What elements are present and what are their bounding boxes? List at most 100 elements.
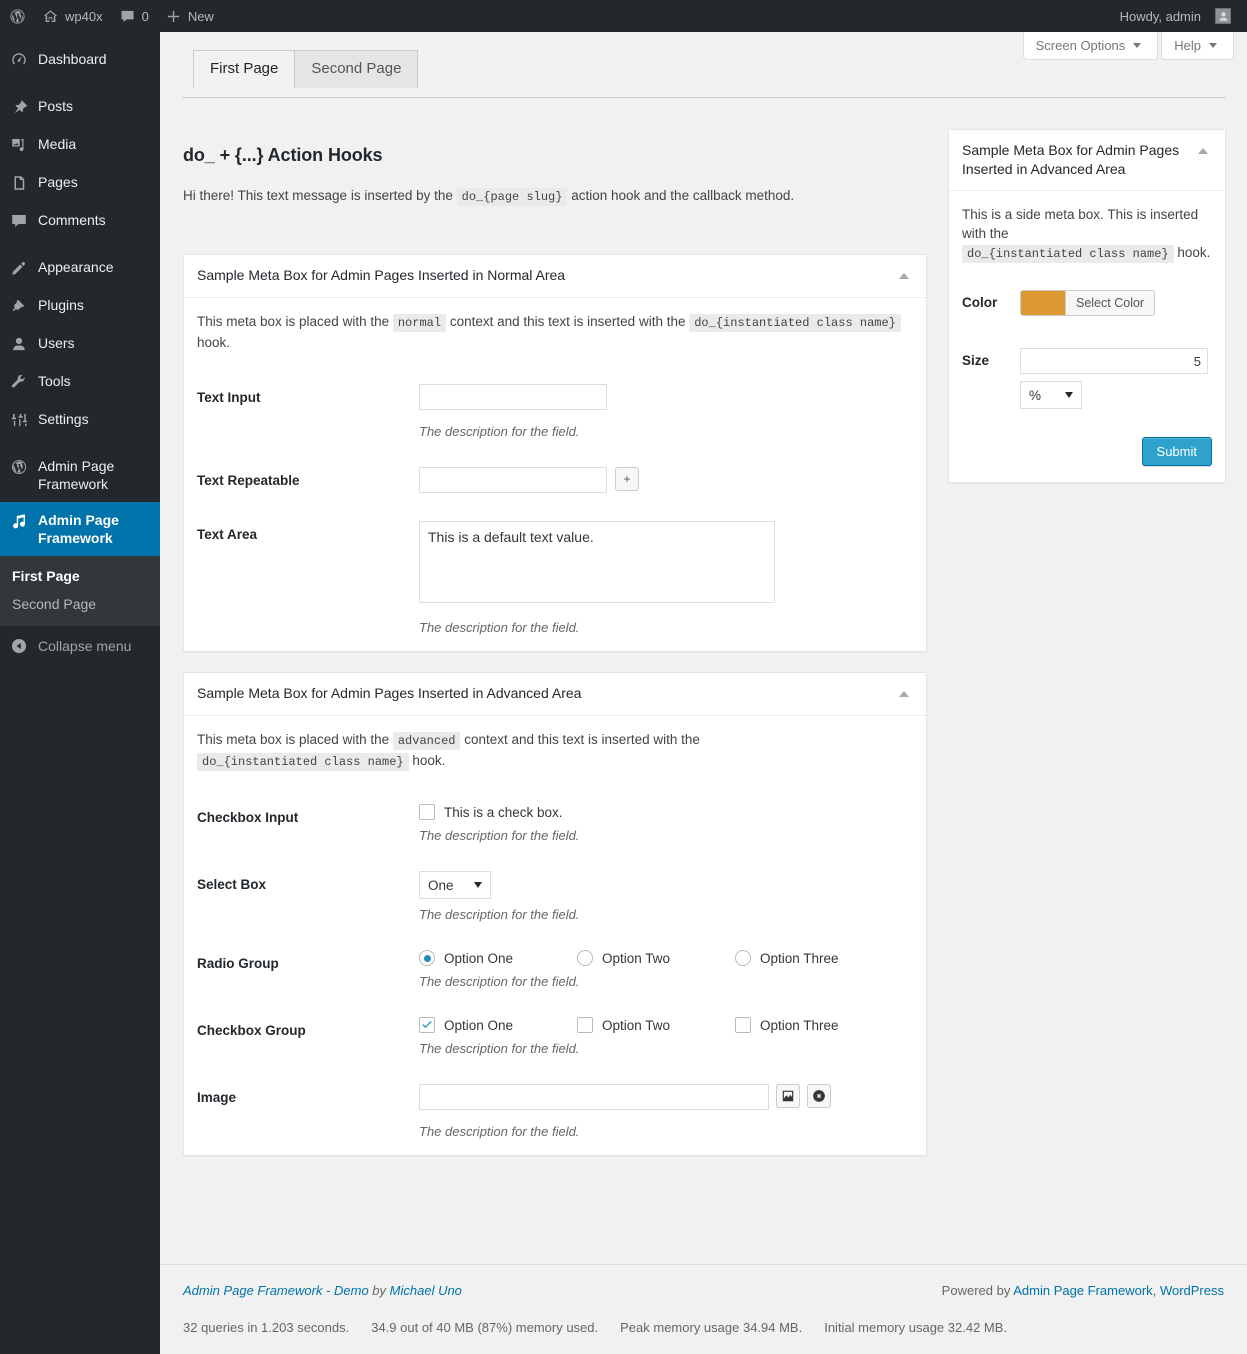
sidebar-item-posts[interactable]: Posts — [0, 88, 160, 126]
site-name-menu[interactable]: wp40x — [34, 0, 111, 32]
postbox-title: Sample Meta Box for Admin Pages Inserted… — [197, 685, 582, 701]
desc-middle: context and this text is inserted with t… — [449, 314, 686, 329]
checkbox-option[interactable]: Option Three — [735, 1017, 893, 1033]
checkbox-input[interactable] — [419, 1017, 435, 1033]
field-row-image: Image The description for the field. — [197, 1056, 913, 1139]
sidebar-item-dashboard[interactable]: Dashboard — [0, 41, 160, 79]
collapse-toggle-icon[interactable] — [1193, 141, 1213, 161]
clear-image-button[interactable] — [807, 1084, 831, 1108]
wp-logo-menu[interactable] — [0, 0, 34, 32]
field-description: The description for the field. — [419, 1124, 580, 1139]
radio-input[interactable] — [419, 950, 435, 966]
postbox-header[interactable]: Sample Meta Box for Admin Pages Inserted… — [184, 673, 926, 716]
sidebar-item-comments[interactable]: Comments — [0, 202, 160, 240]
text-area-input[interactable]: This is a default text value. — [419, 521, 775, 603]
radio-option[interactable]: Option Three — [735, 950, 893, 966]
tab-second-page[interactable]: Second Page — [294, 50, 419, 88]
check-icon — [422, 1020, 432, 1029]
field-body: + — [419, 467, 913, 493]
radio-input[interactable] — [577, 950, 593, 966]
field-body: % — [1020, 348, 1212, 409]
comment-count: 0 — [141, 8, 149, 24]
radio-option[interactable]: Option One — [419, 950, 577, 966]
field-body: One The description for the field. — [419, 871, 913, 922]
admin-footer: Admin Page Framework - Demo by Michael U… — [160, 1264, 1247, 1335]
intro-before: Hi there! This text message is inserted … — [183, 188, 453, 203]
checkbox-input[interactable] — [419, 804, 435, 820]
postbox-header[interactable]: Sample Meta Box for Admin Pages Inserted… — [184, 255, 926, 298]
checkbox-option[interactable]: Option One — [419, 1017, 577, 1033]
postbox-body: This meta box is placed with the normal … — [184, 298, 926, 651]
color-picker[interactable]: Select Color — [1020, 290, 1156, 316]
chevron-down-icon — [1065, 392, 1073, 398]
media-icon — [9, 135, 29, 155]
screen-options-button[interactable]: Screen Options — [1022, 32, 1159, 60]
collapse-toggle-icon[interactable] — [894, 266, 914, 286]
sidebar-item-admin-page-framework-2[interactable]: Admin Page Framework — [0, 502, 168, 556]
page-intro-text: Hi there! This text message is inserted … — [183, 187, 943, 206]
text-repeatable-input[interactable] — [419, 467, 607, 493]
field-label: Checkbox Input — [197, 810, 299, 825]
sidebar-item-appearance[interactable]: Appearance — [0, 249, 160, 287]
image-url-input[interactable] — [419, 1084, 769, 1110]
sidebar-item-settings[interactable]: Settings — [0, 401, 160, 439]
intro-after: action hook and the callback method. — [571, 188, 795, 203]
comments-bubble-menu[interactable]: 0 — [111, 0, 157, 32]
footer-right: Powered by Admin Page Framework, WordPre… — [942, 1283, 1224, 1298]
size-unit-select[interactable]: % — [1020, 381, 1082, 409]
submit-button[interactable]: Submit — [1141, 437, 1212, 466]
home-icon — [42, 8, 59, 25]
desc-after: hook. — [1177, 245, 1211, 260]
radio-option[interactable]: Option Two — [577, 950, 735, 966]
footer-wordpress-link[interactable]: WordPress — [1160, 1283, 1224, 1298]
field-description: The description for the field. — [419, 828, 580, 843]
sidebar-item-tools[interactable]: Tools — [0, 363, 160, 401]
menu-spacer — [0, 439, 160, 448]
checkbox-option-label: Option Three — [760, 1017, 839, 1033]
select-color-button[interactable]: Select Color — [1065, 291, 1155, 315]
desc-before: This meta box is placed with the — [197, 314, 390, 329]
text-input[interactable] — [419, 384, 607, 410]
sidebar-item-media[interactable]: Media — [0, 126, 160, 164]
repeat-add-button[interactable]: + — [615, 467, 639, 491]
footer-author-link[interactable]: Michael Uno — [390, 1283, 462, 1298]
comments-icon — [9, 211, 29, 231]
checkbox-input[interactable] — [577, 1017, 593, 1033]
sidebar-item-plugins[interactable]: Plugins — [0, 287, 160, 325]
footer-framework-link[interactable]: Admin Page Framework — [1013, 1283, 1152, 1298]
field-row-text-repeatable: Text Repeatable + — [197, 439, 913, 493]
select-box[interactable]: One — [419, 871, 491, 899]
sidebar-submenu-item-second-page[interactable]: Second Page — [0, 590, 160, 618]
postbox-side-area: Sample Meta Box for Admin Pages Inserted… — [948, 129, 1226, 483]
my-account-menu[interactable]: Howdy, admin — [1111, 0, 1239, 32]
sidebar-item-admin-page-framework-1[interactable]: Admin Page Framework — [0, 448, 160, 502]
new-content-menu[interactable]: New — [157, 0, 222, 32]
footer-plugin-link[interactable]: Admin Page Framework - Demo — [183, 1283, 369, 1298]
collapse-toggle-icon[interactable] — [894, 684, 914, 704]
checkbox-option[interactable]: Option Two — [577, 1017, 735, 1033]
collapse-menu-button[interactable]: Collapse menu — [0, 626, 160, 666]
checkbox-group: Option One Option Two Option Three — [419, 1017, 913, 1033]
select-image-button[interactable] — [776, 1084, 800, 1108]
postbox-normal-area: Sample Meta Box for Admin Pages Inserted… — [183, 254, 927, 652]
desc-code-hook: do_{instantiated class name} — [689, 314, 901, 332]
close-circle-icon — [813, 1090, 825, 1102]
howdy-label: Howdy, admin — [1119, 8, 1201, 24]
size-input[interactable] — [1020, 348, 1208, 374]
sidebar-item-label: Comments — [38, 212, 106, 228]
screen-options-label: Screen Options — [1035, 38, 1126, 53]
radio-input[interactable] — [735, 950, 751, 966]
field-label: Text Area — [197, 527, 258, 542]
sidebar-item-pages[interactable]: Pages — [0, 164, 160, 202]
checkbox-input[interactable] — [735, 1017, 751, 1033]
chevron-down-icon — [474, 882, 482, 888]
music-note-icon — [9, 511, 29, 531]
sidebar-item-label: Tools — [38, 373, 71, 389]
sidebar-submenu-item-first-page[interactable]: First Page — [0, 562, 160, 590]
sidebar-item-users[interactable]: Users — [0, 325, 160, 363]
help-button[interactable]: Help — [1161, 32, 1234, 60]
postbox-header[interactable]: Sample Meta Box for Admin Pages Inserted… — [949, 130, 1225, 191]
tab-first-page[interactable]: First Page — [193, 50, 296, 88]
sidebar-item-label: Media — [38, 136, 77, 152]
checkbox-option[interactable]: This is a check box. — [419, 804, 913, 820]
